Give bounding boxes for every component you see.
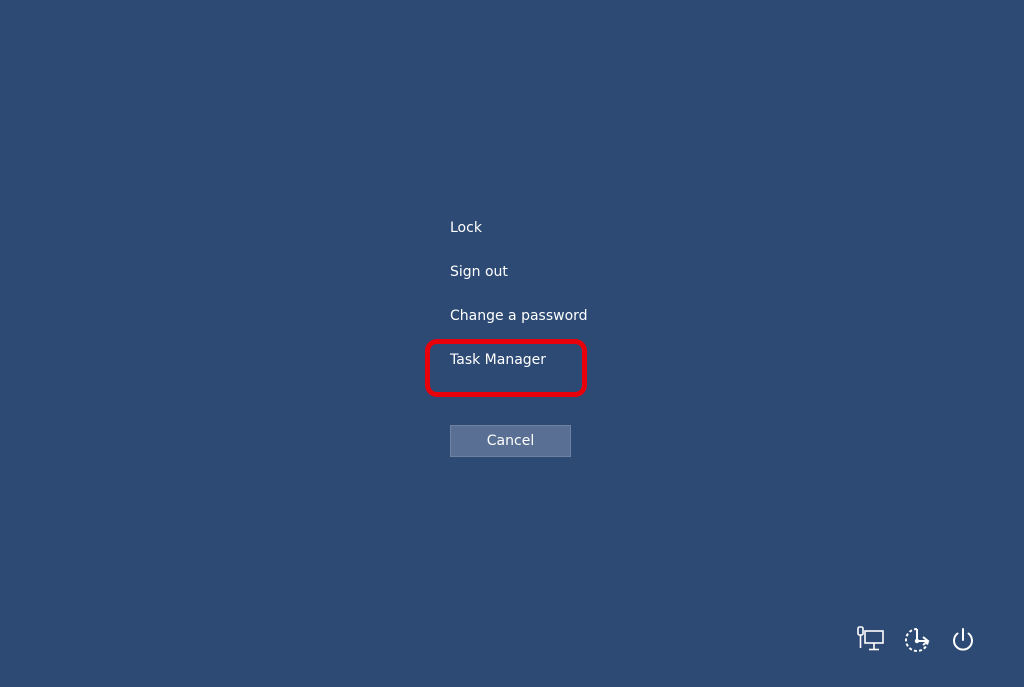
security-options-menu: Lock Sign out Change a password Task Man… xyxy=(450,218,650,394)
ease-of-access-icon xyxy=(905,628,930,652)
cancel-button[interactable]: Cancel xyxy=(450,425,571,457)
power-icon xyxy=(953,628,973,651)
change-password-option[interactable]: Change a password xyxy=(450,306,650,326)
power-button[interactable] xyxy=(947,624,979,656)
sign-out-option[interactable]: Sign out xyxy=(450,262,650,282)
task-manager-option[interactable]: Task Manager xyxy=(450,350,650,370)
network-button[interactable] xyxy=(855,624,887,656)
lock-option[interactable]: Lock xyxy=(450,218,650,238)
ease-of-access-button[interactable] xyxy=(901,624,933,656)
network-icon xyxy=(857,626,884,651)
